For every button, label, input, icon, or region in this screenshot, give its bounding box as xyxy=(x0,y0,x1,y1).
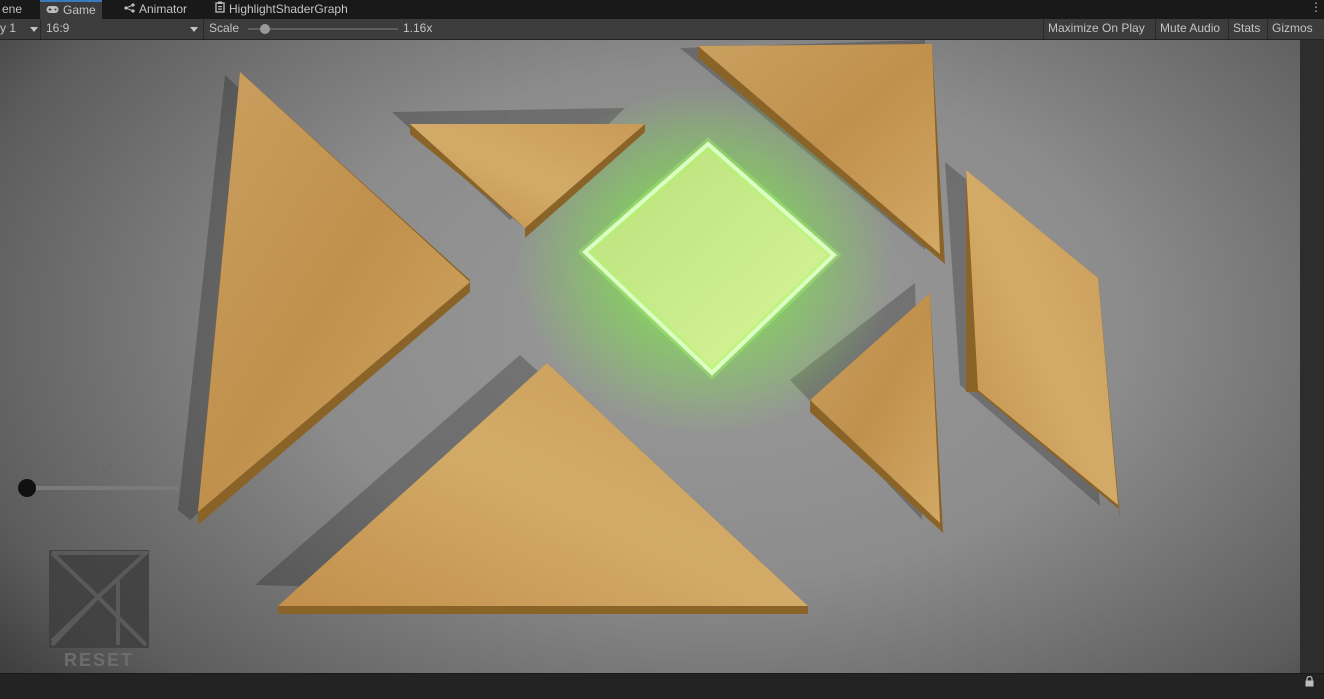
tab-animator[interactable]: Animator xyxy=(118,0,193,19)
mute-audio-button[interactable]: Mute Audio xyxy=(1156,19,1224,39)
tab-scene[interactable]: ene xyxy=(0,0,28,19)
aspect-dropdown-arrow-icon xyxy=(190,27,198,32)
tab-scene-label: ene xyxy=(2,2,23,16)
lock-icon[interactable] xyxy=(1305,675,1314,690)
aspect-value: 16:9 xyxy=(46,21,70,35)
viewport-side-strip xyxy=(1300,40,1324,673)
tab-game[interactable]: Game xyxy=(40,0,102,19)
reset-logo-icon xyxy=(49,550,152,648)
scale-slider-thumb[interactable] xyxy=(260,24,270,34)
toolbar-divider xyxy=(40,19,41,39)
maximize-on-play-button[interactable]: Maximize On Play xyxy=(1044,19,1149,39)
toolbar-divider xyxy=(203,19,204,39)
display-dropdown[interactable]: y 1 xyxy=(0,19,16,39)
display-value: y 1 xyxy=(0,21,17,35)
tangram-parallelogram[interactable] xyxy=(966,170,1120,518)
gamepad-icon xyxy=(46,3,59,20)
fov-slider-thumb[interactable] xyxy=(18,479,36,497)
stats-button[interactable]: Stats xyxy=(1229,19,1264,39)
tab-highlight-shader-graph[interactable]: HighlightShaderGraph xyxy=(209,0,354,19)
aspect-dropdown[interactable]: 16:9 xyxy=(46,19,69,39)
fov-slider-track[interactable] xyxy=(27,486,179,490)
animator-icon xyxy=(124,1,135,20)
reset-logo-button[interactable] xyxy=(48,549,152,649)
scale-value: 1.16x xyxy=(403,21,433,35)
tab-animator-label: Animator xyxy=(139,2,188,16)
gizmos-button[interactable]: Gizmos xyxy=(1268,19,1317,39)
scale-label: Scale xyxy=(209,21,240,35)
more-options-icon[interactable]: ⋮ xyxy=(1310,0,1322,14)
tab-game-label: Game xyxy=(63,3,96,17)
bottom-panel-bar xyxy=(0,673,1324,699)
scale-slider-track[interactable] xyxy=(248,28,398,30)
reset-label: RESET xyxy=(63,650,134,670)
editor-tab-bar: ene Game Animator HighlightShaderGraph ⋮ xyxy=(0,0,1324,19)
game-viewport[interactable]: FOV RESET xyxy=(0,40,1300,673)
shader-graph-icon xyxy=(215,1,225,20)
fov-label: FOV xyxy=(72,460,113,479)
tangram-scene xyxy=(178,40,1120,614)
tab-highlight-shader-graph-label: HighlightShaderGraph xyxy=(229,2,348,16)
display-dropdown-arrow-icon xyxy=(30,27,38,32)
